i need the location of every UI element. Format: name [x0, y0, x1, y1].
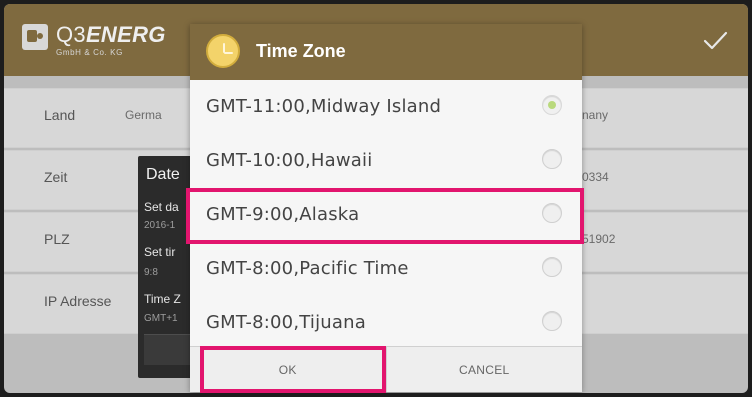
company-logo: Q3ENERG GmbH & Co. KG — [22, 24, 166, 57]
time-zone-option[interactable]: GMT-11:00,Midway Island — [190, 80, 582, 135]
confirm-button[interactable] — [682, 4, 748, 76]
clock-icon — [206, 34, 240, 68]
time-zone-dialog-header: Time Zone — [190, 24, 582, 80]
row-label: Land — [44, 107, 76, 123]
time-zone-option-label: GMT-11:00,Midway Island — [206, 96, 442, 117]
brand-name: Q3ENERG — [56, 24, 166, 46]
row-label: IP Adresse — [44, 293, 112, 309]
time-zone-option[interactable]: GMT-10:00,Hawaii — [190, 134, 582, 189]
row-value: Germa — [125, 108, 162, 122]
row-value-right: 0334 — [582, 170, 609, 184]
cancel-button[interactable]: CANCEL — [385, 347, 583, 392]
checkmark-icon — [703, 31, 728, 50]
time-value: 9:8 — [144, 267, 158, 278]
brand-q3: Q3 — [56, 22, 86, 47]
set-date-label[interactable]: Set da — [144, 200, 179, 214]
logo-icon — [22, 24, 48, 50]
row-label: Zeit — [44, 169, 68, 185]
radio-unselected-icon[interactable] — [542, 149, 562, 169]
highlight-alaska-option — [186, 188, 584, 244]
app-frame: Q3ENERG GmbH & Co. KG Land Germa nany Ze… — [4, 4, 748, 393]
brand-energy: ENERG — [85, 22, 166, 47]
radio-selected-icon[interactable] — [542, 95, 562, 115]
brand-text: Q3ENERG GmbH & Co. KG — [56, 24, 166, 57]
date-value: 2016-1 — [144, 220, 176, 231]
radio-unselected-icon[interactable] — [542, 257, 562, 277]
time-zone-option-label: GMT-8:00,Tijuana — [206, 312, 366, 333]
time-zone-option-label: GMT-10:00,Hawaii — [206, 150, 373, 171]
set-time-label[interactable]: Set tir — [144, 245, 175, 259]
date-dialog-title: Date — [146, 166, 180, 183]
device-screen: Q3ENERG GmbH & Co. KG Land Germa nany Ze… — [0, 0, 752, 397]
time-zone-option-label: GMT-8:00,Pacific Time — [206, 258, 409, 279]
radio-unselected-icon[interactable] — [542, 311, 562, 331]
time-zone-option[interactable]: GMT-8:00,Tijuana — [190, 296, 582, 351]
row-label: PLZ — [44, 231, 70, 247]
time-zone-dialog-title: Time Zone — [256, 41, 346, 61]
time-zone-value: GMT+1 — [144, 313, 178, 324]
time-zone-option[interactable]: GMT-8:00,Pacific Time — [190, 242, 582, 297]
row-value-right: 51902 — [582, 232, 616, 246]
time-zone-label[interactable]: Time Z — [144, 292, 181, 306]
row-value-right: nany — [582, 108, 609, 122]
brand-subtitle: GmbH & Co. KG — [56, 48, 123, 57]
highlight-ok-button — [200, 346, 386, 393]
